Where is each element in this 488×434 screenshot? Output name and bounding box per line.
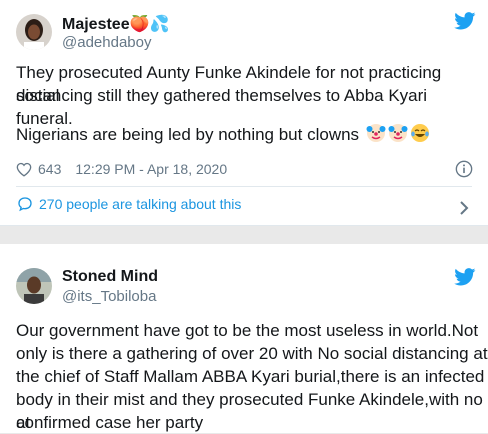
clown-face-icon: [388, 123, 408, 143]
author-name[interactable]: Stoned Mind: [62, 268, 158, 286]
tweet-meta: 643 12:29 PM - Apr 18, 2020: [16, 161, 227, 177]
tweet-text-line: confirmed case her party: [16, 413, 204, 432]
tweet-text-line: only is there a gathering of over 20 wit…: [16, 344, 488, 363]
author-name[interactable]: Majestee🍑💦: [62, 14, 169, 34]
conversation-label[interactable]: 270 people are talking about this: [39, 196, 241, 212]
chevron-right-icon[interactable]: [459, 200, 469, 216]
info-icon[interactable]: [455, 160, 473, 178]
conversation-link[interactable]: 270 people are talking about this: [17, 196, 241, 212]
like-count[interactable]: 643: [38, 161, 61, 177]
tweet-text-line: the chief of Staff Mallam ABBA Kyari bur…: [16, 367, 485, 386]
divider: [16, 186, 472, 187]
heart-icon[interactable]: [16, 162, 32, 177]
tears-of-joy-icon: [410, 123, 430, 143]
avatar[interactable]: [16, 268, 52, 304]
speech-bubble-icon: [18, 197, 32, 212]
author-handle[interactable]: @adehdaboy: [62, 34, 151, 51]
twitter-bird-icon[interactable]: [454, 12, 476, 30]
clown-face-icon: [366, 123, 386, 143]
tweet-timestamp[interactable]: 12:29 PM - Apr 18, 2020: [75, 161, 227, 177]
tweet-text-line: Our government have got to be the most u…: [16, 321, 479, 340]
tweet-text-line: Nigerians are being led by nothing but c…: [16, 123, 430, 146]
tweet-card-1: Majestee🍑💦 @adehdaboy They prosecuted Au…: [0, 0, 488, 226]
twitter-bird-icon[interactable]: [454, 268, 476, 286]
author-handle[interactable]: @its_Tobiloba: [62, 288, 156, 305]
avatar[interactable]: [16, 14, 52, 50]
tweet-text: Nigerians are being led by nothing but c…: [16, 125, 360, 144]
tweet-card-2: Stoned Mind @its_Tobiloba Our government…: [0, 244, 488, 433]
